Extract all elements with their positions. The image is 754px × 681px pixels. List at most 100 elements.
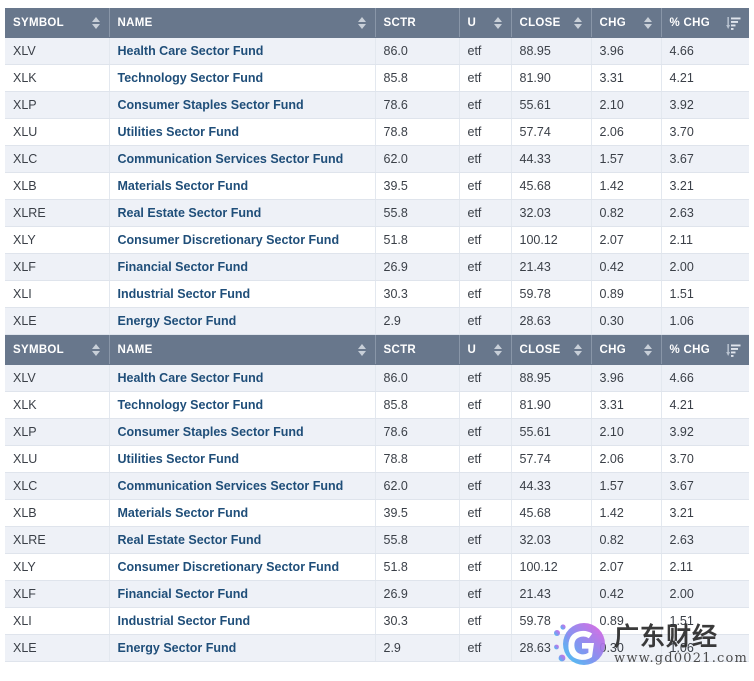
cell-u: etf — [459, 634, 512, 662]
sort-updown-icon[interactable] — [493, 16, 503, 30]
sort-descending-icon[interactable] — [726, 343, 741, 357]
fund-name-link[interactable]: Materials Sector Fund — [118, 506, 249, 520]
cell-sctr: 30.3 — [375, 607, 460, 635]
cell-close: 32.03 — [511, 526, 592, 554]
table-row[interactable]: XLB Materials Sector Fund 39.5 etf 45.68 1.42… — [5, 172, 749, 200]
cell-percent-chg: 1.06 — [661, 634, 749, 662]
fund-name-link[interactable]: Consumer Discretionary Sector Fund — [118, 233, 340, 247]
sort-updown-icon[interactable] — [493, 343, 503, 357]
column-header-percent-chg[interactable]: % CHG — [661, 335, 749, 365]
cell-sctr: 26.9 — [375, 253, 460, 281]
column-header-name[interactable]: NAME — [109, 8, 376, 38]
table-2-body: XLV Health Care Sector Fund 86.0 etf 88.95 3.… — [5, 364, 749, 662]
cell-symbol: XLV — [5, 37, 110, 65]
fund-name-link[interactable]: Consumer Staples Sector Fund — [118, 98, 304, 112]
fund-name-link[interactable]: Energy Sector Fund — [118, 314, 237, 328]
fund-name-link[interactable]: Health Care Sector Fund — [118, 44, 264, 58]
fund-name-link[interactable]: Communication Services Sector Fund — [118, 152, 344, 166]
fund-name-link[interactable]: Industrial Sector Fund — [118, 614, 251, 628]
sort-updown-icon[interactable] — [91, 16, 101, 30]
cell-chg: 0.42 — [591, 580, 662, 608]
cell-name: Materials Sector Fund — [109, 499, 376, 527]
fund-name-link[interactable]: Utilities Sector Fund — [118, 452, 240, 466]
column-header-symbol[interactable]: SYMBOL — [5, 335, 110, 365]
fund-name-link[interactable]: Consumer Discretionary Sector Fund — [118, 560, 340, 574]
table-row[interactable]: XLC Communication Services Sector Fund 62.… — [5, 145, 749, 173]
table-row[interactable]: XLY Consumer Discretionary Sector Fund 51.… — [5, 226, 749, 254]
column-header-close[interactable]: CLOSE — [511, 8, 592, 38]
cell-close: 100.12 — [511, 226, 592, 254]
cell-percent-chg: 2.63 — [661, 199, 749, 227]
table-row[interactable]: XLK Technology Sector Fund 85.8 etf 81.90 3.3… — [5, 391, 749, 419]
column-header-chg[interactable]: CHG — [591, 335, 662, 365]
table-row[interactable]: XLI Industrial Sector Fund 30.3 etf 59.78 0.8… — [5, 280, 749, 308]
column-header-chg[interactable]: CHG — [591, 8, 662, 38]
table-row[interactable]: XLRE Real Estate Sector Fund 55.8 etf 32.03 0… — [5, 526, 749, 554]
table-row[interactable]: XLB Materials Sector Fund 39.5 etf 45.68 1.42… — [5, 499, 749, 527]
fund-name-link[interactable]: Health Care Sector Fund — [118, 371, 264, 385]
column-header-u[interactable]: U — [459, 335, 512, 365]
table-row[interactable]: XLU Utilities Sector Fund 78.8 etf 57.74 2.06… — [5, 445, 749, 473]
cell-percent-chg: 3.21 — [661, 499, 749, 527]
cell-chg: 0.30 — [591, 307, 662, 335]
sort-updown-icon[interactable] — [357, 343, 367, 357]
cell-chg: 3.31 — [591, 64, 662, 92]
column-header-percent-chg-label: % CHG — [669, 344, 710, 356]
table-row[interactable]: XLK Technology Sector Fund 85.8 etf 81.90 3.3… — [5, 64, 749, 92]
sort-updown-icon[interactable] — [573, 16, 583, 30]
table-row[interactable]: XLV Health Care Sector Fund 86.0 etf 88.95 3.… — [5, 37, 749, 65]
table-row[interactable]: XLRE Real Estate Sector Fund 55.8 etf 32.03 0… — [5, 199, 749, 227]
sort-descending-icon[interactable] — [726, 16, 741, 30]
cell-name: Financial Sector Fund — [109, 253, 376, 281]
sort-updown-icon[interactable] — [573, 343, 583, 357]
sector-table-2: SYMBOL NAME SCTR U CLOSE CHG % CHG XLV H… — [5, 335, 749, 662]
cell-percent-chg: 2.00 — [661, 253, 749, 281]
table-row[interactable]: XLP Consumer Staples Sector Fund 78.6 etf 55… — [5, 91, 749, 119]
column-header-sctr[interactable]: SCTR — [375, 335, 460, 365]
table-row[interactable]: XLE Energy Sector Fund 2.9 etf 28.63 0.30 1.06 — [5, 634, 749, 662]
fund-name-link[interactable]: Technology Sector Fund — [118, 71, 264, 85]
cell-u: etf — [459, 145, 512, 173]
cell-sctr: 78.6 — [375, 91, 460, 119]
cell-chg: 1.42 — [591, 499, 662, 527]
column-header-name[interactable]: NAME — [109, 335, 376, 365]
fund-name-link[interactable]: Utilities Sector Fund — [118, 125, 240, 139]
fund-name-link[interactable]: Industrial Sector Fund — [118, 287, 251, 301]
column-header-close[interactable]: CLOSE — [511, 335, 592, 365]
column-header-u[interactable]: U — [459, 8, 512, 38]
fund-name-link[interactable]: Financial Sector Fund — [118, 587, 249, 601]
fund-name-link[interactable]: Real Estate Sector Fund — [118, 533, 262, 547]
table-row[interactable]: XLC Communication Services Sector Fund 62.… — [5, 472, 749, 500]
table-row[interactable]: XLE Energy Sector Fund 2.9 etf 28.63 0.30 1.06 — [5, 307, 749, 335]
table-row[interactable]: XLY Consumer Discretionary Sector Fund 51.… — [5, 553, 749, 581]
fund-name-link[interactable]: Energy Sector Fund — [118, 641, 237, 655]
sector-table-1: SYMBOL NAME SCTR U CLOSE CHG % CHG XLV H… — [5, 8, 749, 335]
sort-updown-icon[interactable] — [643, 343, 653, 357]
column-header-sctr[interactable]: SCTR — [375, 8, 460, 38]
fund-name-link[interactable]: Financial Sector Fund — [118, 260, 249, 274]
sort-updown-icon[interactable] — [643, 16, 653, 30]
column-header-symbol[interactable]: SYMBOL — [5, 8, 110, 38]
fund-name-link[interactable]: Materials Sector Fund — [118, 179, 249, 193]
fund-name-link[interactable]: Communication Services Sector Fund — [118, 479, 344, 493]
table-row[interactable]: XLP Consumer Staples Sector Fund 78.6 etf 55… — [5, 418, 749, 446]
sort-updown-icon[interactable] — [91, 343, 101, 357]
fund-name-link[interactable]: Technology Sector Fund — [118, 398, 264, 412]
table-row[interactable]: XLF Financial Sector Fund 26.9 etf 21.43 0.42… — [5, 253, 749, 281]
fund-name-link[interactable]: Consumer Staples Sector Fund — [118, 425, 304, 439]
column-header-percent-chg[interactable]: % CHG — [661, 8, 749, 38]
table-row[interactable]: XLV Health Care Sector Fund 86.0 etf 88.95 3.… — [5, 364, 749, 392]
cell-sctr: 51.8 — [375, 553, 460, 581]
cell-sctr: 85.8 — [375, 64, 460, 92]
cell-percent-chg: 3.21 — [661, 172, 749, 200]
cell-chg: 3.96 — [591, 364, 662, 392]
table-row[interactable]: XLU Utilities Sector Fund 78.8 etf 57.74 2.06… — [5, 118, 749, 146]
cell-chg: 0.82 — [591, 526, 662, 554]
table-row[interactable]: XLI Industrial Sector Fund 30.3 etf 59.78 0.8… — [5, 607, 749, 635]
cell-u: etf — [459, 607, 512, 635]
sort-updown-icon[interactable] — [357, 16, 367, 30]
table-row[interactable]: XLF Financial Sector Fund 26.9 etf 21.43 0.42… — [5, 580, 749, 608]
cell-name: Consumer Discretionary Sector Fund — [109, 226, 376, 254]
fund-name-link[interactable]: Real Estate Sector Fund — [118, 206, 262, 220]
cell-sctr: 39.5 — [375, 499, 460, 527]
